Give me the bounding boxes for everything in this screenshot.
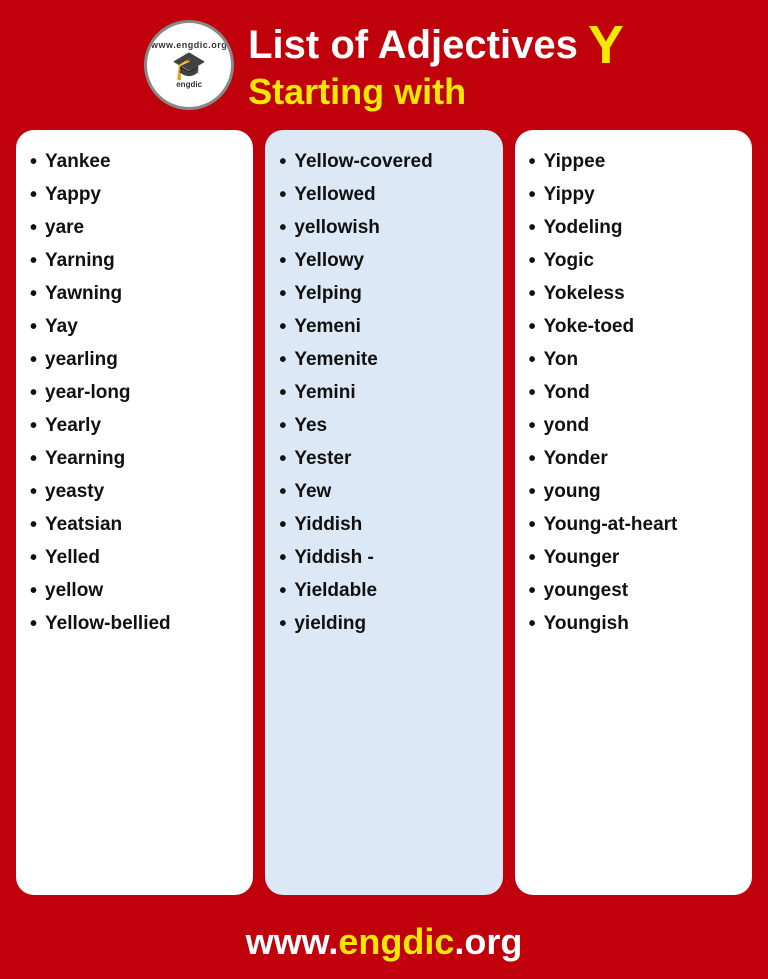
list-item: Yippee [529, 148, 738, 177]
header-text-block: List of Adjectives Y Starting with [248, 18, 624, 112]
list-item: Yieldable [279, 577, 488, 606]
list-item: Yon [529, 346, 738, 375]
list-item: Yippy [529, 181, 738, 210]
list-item: Yelled [30, 544, 239, 573]
list-item: Yarning [30, 247, 239, 276]
footer-url: www.engdic.org [0, 921, 768, 963]
header-title-text: List of Adjectives [248, 23, 578, 67]
list-item: yellow [30, 577, 239, 606]
header: www.engdic.org 🎓 engdic List of Adjectiv… [0, 0, 768, 120]
list-item: Yoke-toed [529, 313, 738, 342]
list-item: Yellow-bellied [30, 610, 239, 639]
header-letter-y: Y [588, 18, 624, 72]
header-title: List of Adjectives Y [248, 18, 624, 72]
logo-icon: 🎓 [172, 52, 207, 80]
list-item: Yes [279, 412, 488, 441]
list-item: Yokeless [529, 280, 738, 309]
footer: www.engdic.org [0, 911, 768, 979]
list-item: young [529, 478, 738, 507]
list-item: Yogic [529, 247, 738, 276]
list-item: youngest [529, 577, 738, 606]
list-item: Yay [30, 313, 239, 342]
list-item: Yeatsian [30, 511, 239, 540]
list-item: Yawning [30, 280, 239, 309]
list-item: Yiddish - [279, 544, 488, 573]
list-item: Yearning [30, 445, 239, 474]
list-item: Yelping [279, 280, 488, 309]
list-item: Yemenite [279, 346, 488, 375]
list-item: Yemini [279, 379, 488, 408]
list-item: yellowish [279, 214, 488, 243]
list-item: yare [30, 214, 239, 243]
list-item: Yellow-covered [279, 148, 488, 177]
list-item: Yellowy [279, 247, 488, 276]
list-item: Yellowed [279, 181, 488, 210]
list-item: Yiddish [279, 511, 488, 540]
list-item: Yearly [30, 412, 239, 441]
header-subtitle: Starting with [248, 72, 466, 112]
list-item: Yemeni [279, 313, 488, 342]
list-item: year-long [30, 379, 239, 408]
logo-top-text: www.engdic.org [151, 40, 227, 50]
list-item: Yonder [529, 445, 738, 474]
adjectives-columns: Yankee Yappy yare Yarning Yawning Yay yearling… [0, 120, 768, 911]
column-1: Yankee Yappy yare Yarning Yawning Yay yearling… [16, 130, 253, 895]
list-item: yond [529, 412, 738, 441]
list-item: Yankee [30, 148, 239, 177]
list-item: yielding [279, 610, 488, 639]
list-item: Youngish [529, 610, 738, 639]
list-item: yeasty [30, 478, 239, 507]
logo-bottom-text: engdic [176, 80, 202, 89]
list-item: Yappy [30, 181, 239, 210]
list-item: Yond [529, 379, 738, 408]
list-item: yearling [30, 346, 239, 375]
column-2: Yellow-covered Yellowed yellowish Yellowy Ye… [265, 130, 502, 895]
list-item: Yodeling [529, 214, 738, 243]
footer-url-highlight: engdic [338, 921, 454, 962]
column-3: Yippee Yippy Yodeling Yogic Yokeless Yoke-toe… [515, 130, 752, 895]
logo: www.engdic.org 🎓 engdic [144, 20, 234, 110]
list-item: Young-at-heart [529, 511, 738, 540]
list-item: Yew [279, 478, 488, 507]
list-item: Yester [279, 445, 488, 474]
list-item: Younger [529, 544, 738, 573]
